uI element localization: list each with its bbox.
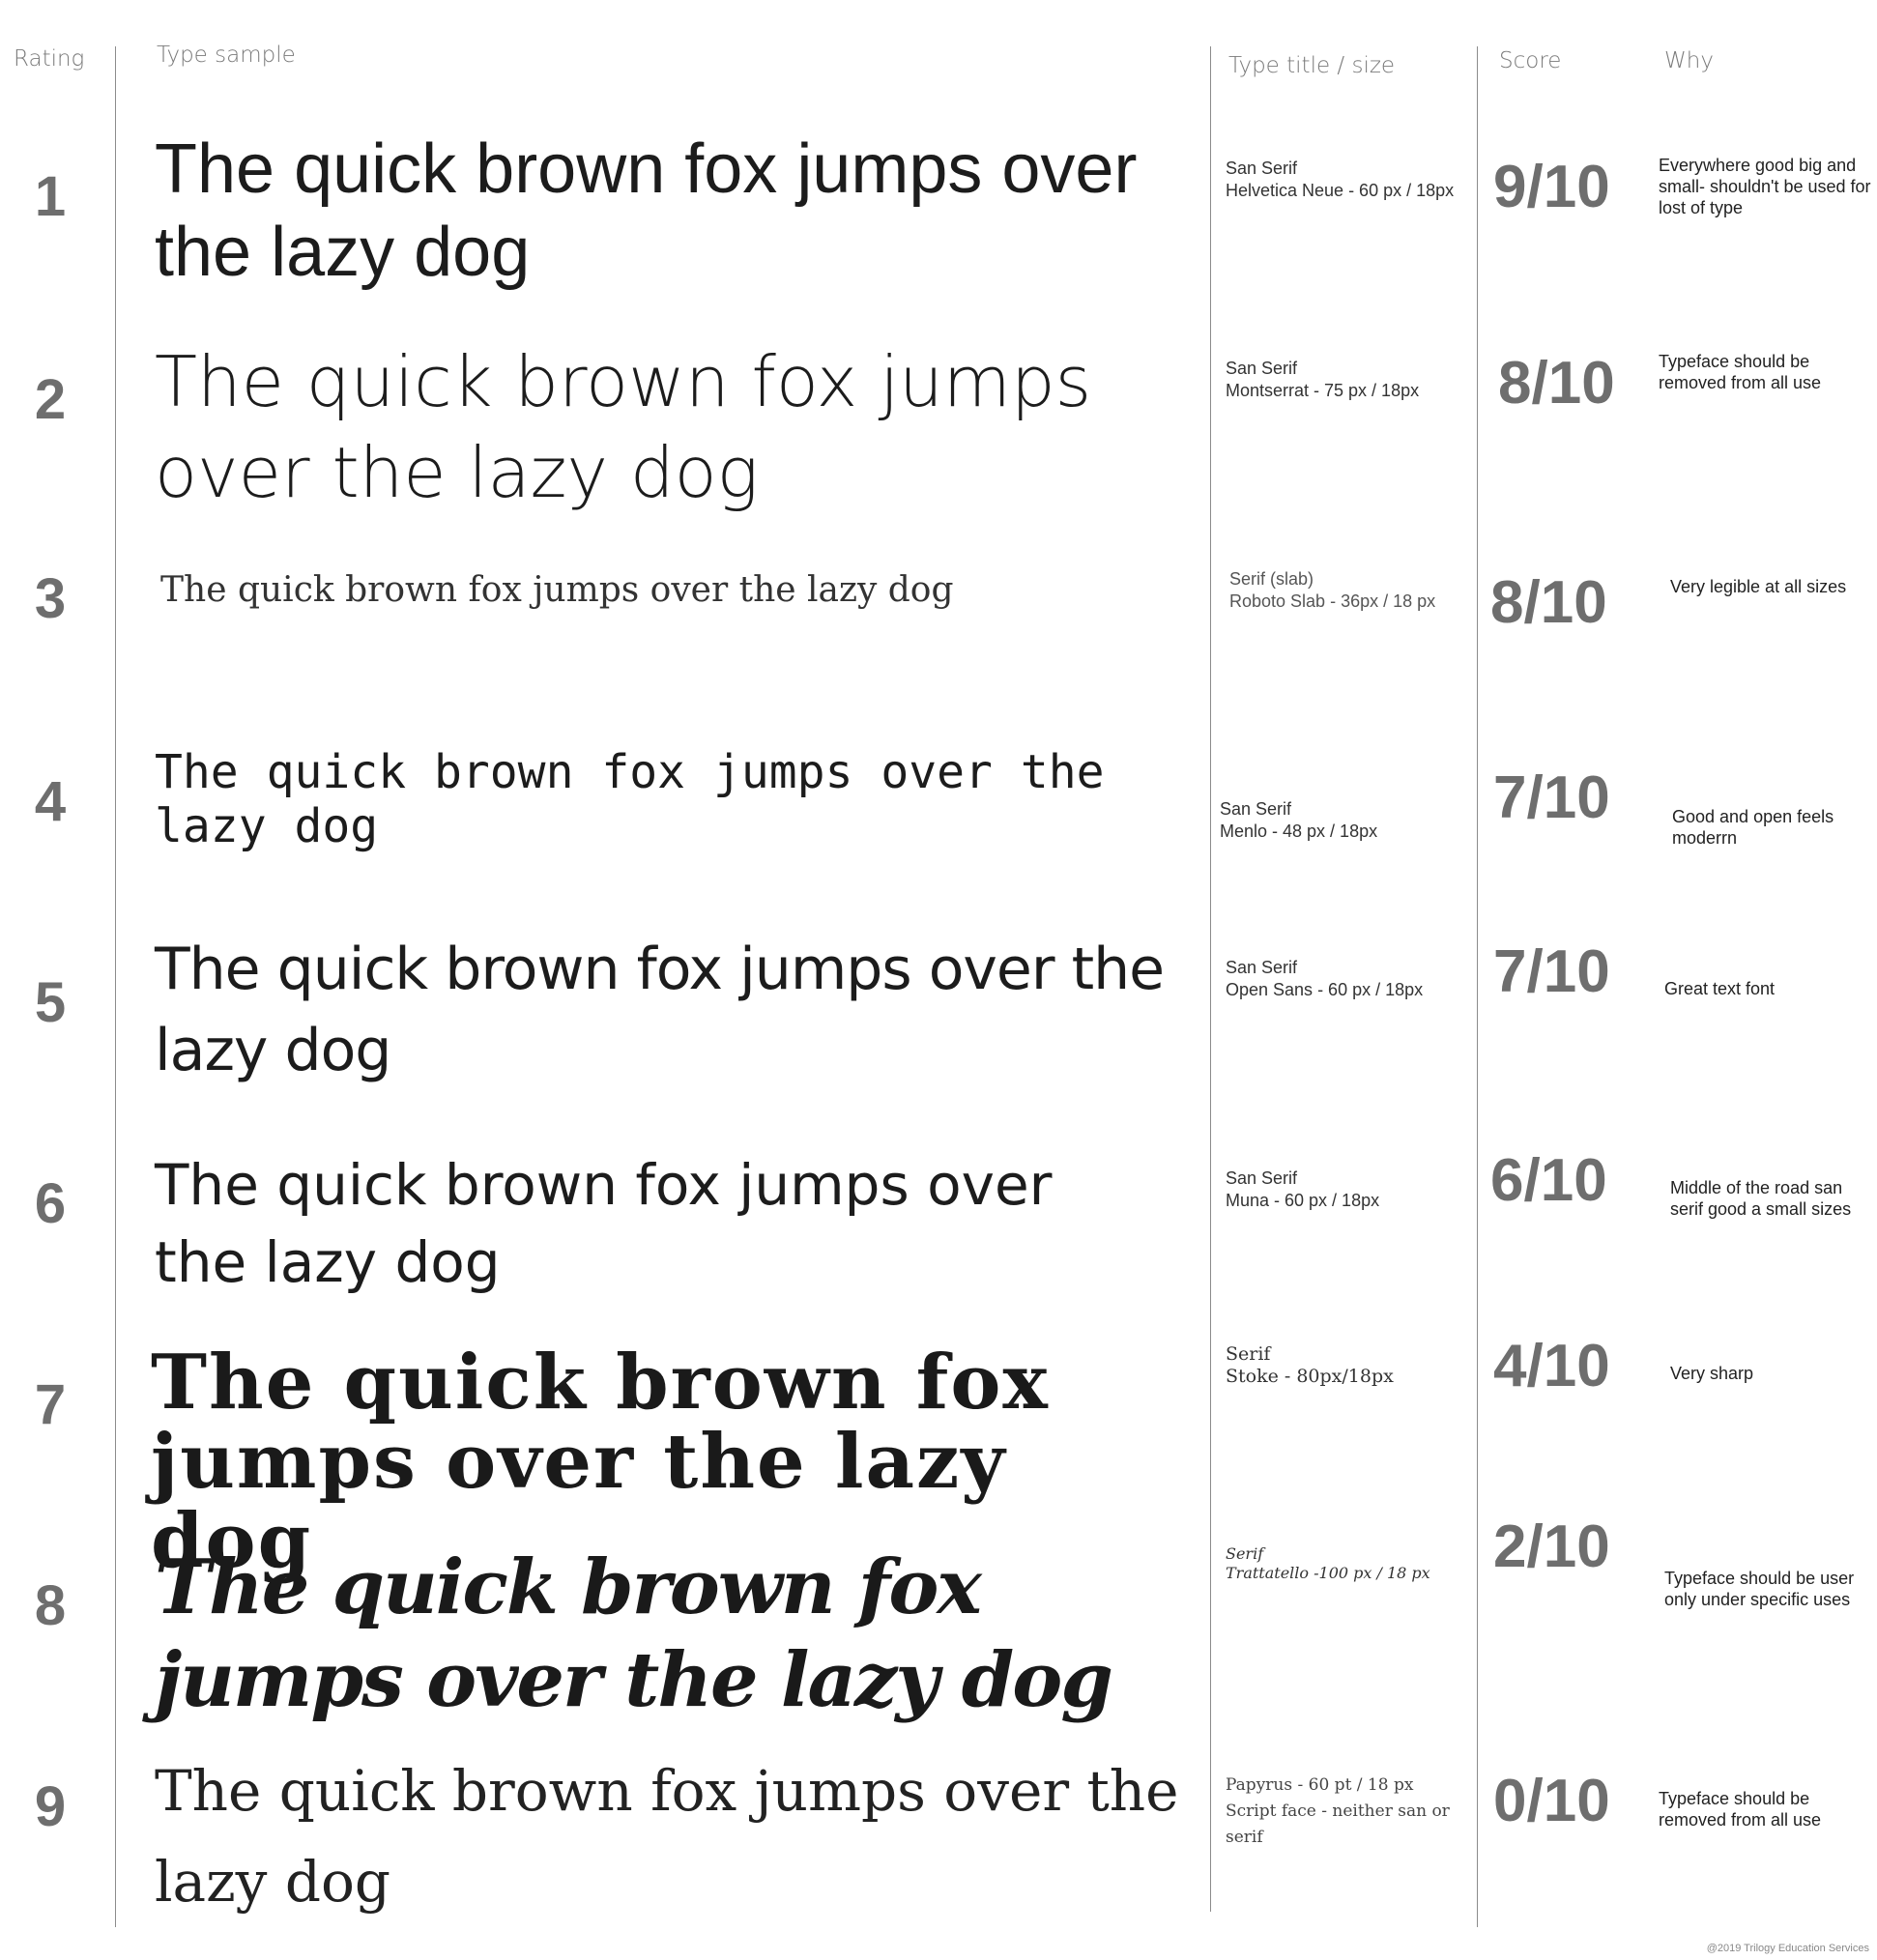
header-type-sample: Type sample [157,43,296,68]
type-title: Serif Stoke - 80px/18px [1226,1343,1394,1387]
rating-number: 8 [34,1574,67,1637]
header-rating: Rating [14,46,85,72]
why-note: Middle of the road san serif good a smal… [1670,1178,1852,1219]
type-title: San Serif Menlo - 48 px / 18px [1220,799,1378,841]
why-note: Typeface should be removed from all use [1659,1789,1822,1830]
score-value: 2/10 [1493,1513,1610,1580]
score-value: 8/10 [1498,350,1615,417]
score-value: 0/10 [1493,1768,1610,1834]
type-sample: The quick brown fox jumps over the lazy … [155,745,1105,853]
divider-rating [115,46,116,1927]
rating-number: 3 [34,567,67,630]
type-title: Serif (slab) Roboto Slab - 36px / 18 px [1229,569,1436,611]
rating-number: 7 [34,1373,67,1436]
rating-number: 9 [34,1775,67,1838]
rating-number: 1 [34,165,67,228]
rating-number: 5 [34,971,67,1034]
why-note: Everywhere good big and small- shouldn't… [1659,156,1871,217]
why-note: Great text font [1664,979,1776,998]
type-title: Serif Trattatello -100 px / 18 px [1226,1544,1430,1582]
score-value: 9/10 [1493,154,1610,220]
type-sample: The quick brown fox jumps over the lazy … [155,936,1165,1084]
rating-number: 6 [34,1172,67,1235]
score-value: 6/10 [1490,1147,1607,1214]
why-note: Very sharp [1670,1364,1754,1383]
type-title: San Serif Open Sans - 60 px / 18px [1226,958,1424,999]
type-title: San Serif Helvetica Neue - 60 px / 18px [1226,159,1455,200]
why-note: Typeface should be removed from all use [1659,352,1822,392]
why-note: Good and open feels moderrn [1672,807,1834,848]
type-title: San Serif Montserrat - 75 px / 18px [1226,359,1420,400]
divider-score [1477,46,1478,1927]
type-sample: The quick brown fox jumps over the lazy … [155,341,1092,513]
type-sample: The quick brown fox jumps over the lazy … [155,130,1138,291]
score-value: 7/10 [1493,764,1610,831]
why-note: Very legible at all sizes [1670,577,1847,596]
type-title: San Serif Muna - 60 px / 18px [1226,1168,1380,1210]
score-value: 8/10 [1490,569,1607,636]
header-why: Why [1664,48,1714,73]
type-sample: The quick brown fox jumps over the lazy … [155,1152,1053,1295]
header-score: Score [1499,48,1562,73]
type-sample: The quick brown fox jumps over the lazy … [155,1758,1179,1915]
type-sample: The quick brown fox jumps over the lazy … [160,570,954,610]
rating-number: 2 [34,368,67,431]
why-note: Typeface should be user only under speci… [1664,1569,1855,1609]
rating-number: 4 [34,770,67,833]
score-value: 4/10 [1493,1333,1610,1399]
type-sample: The quick brown fox jumps over the lazy … [155,1543,1113,1724]
score-value: 7/10 [1493,938,1610,1005]
copyright-footer: @2019 Trilogy Education Services [1706,1943,1869,1954]
type-title: Papyrus - 60 pt / 18 px Script face - ne… [1226,1775,1450,1847]
header-type-title: Type title / size [1228,53,1396,78]
divider-title [1210,46,1211,1912]
